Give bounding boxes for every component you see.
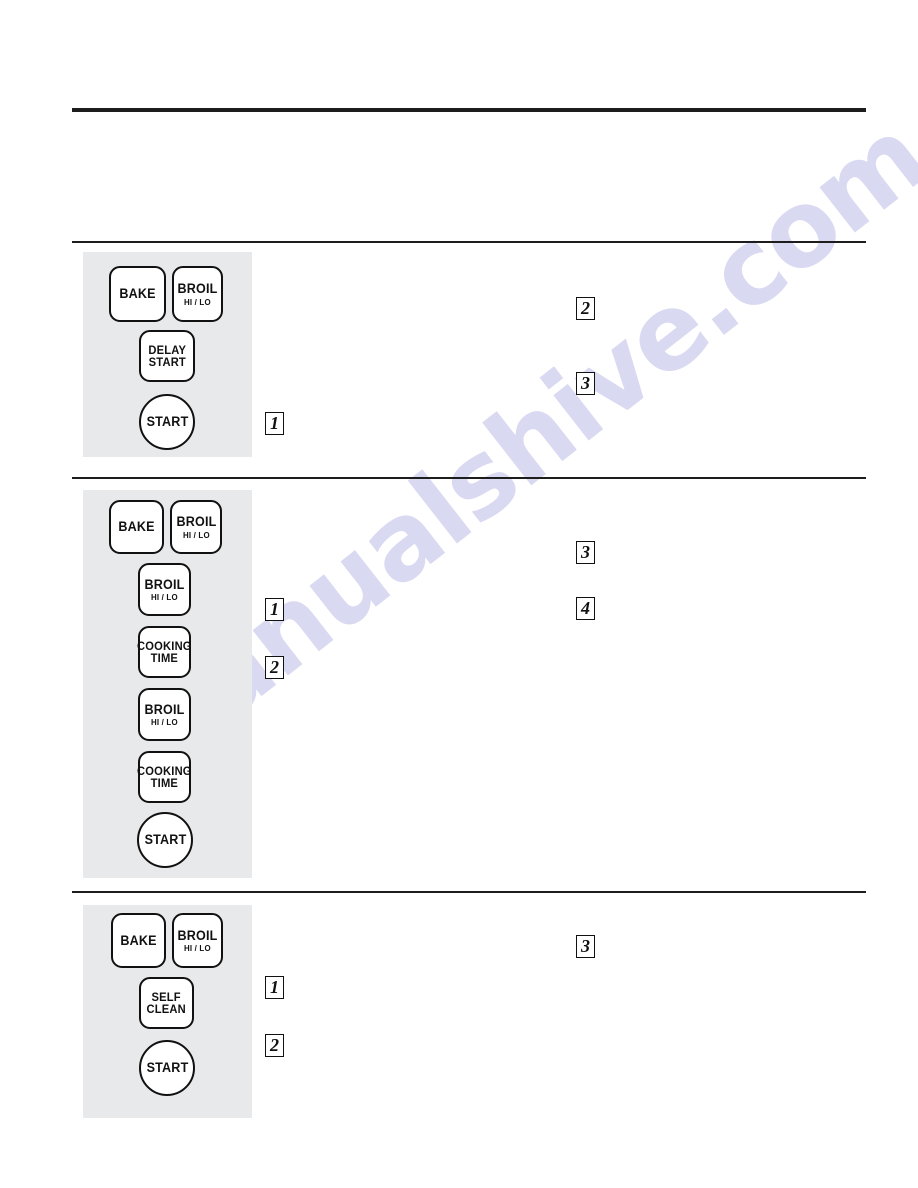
step-marker: 2: [265, 1034, 284, 1057]
button-label: DELAY START: [148, 344, 186, 368]
bake-button[interactable]: BAKE: [109, 500, 164, 554]
button-label: BAKE: [120, 932, 157, 948]
start-button[interactable]: START: [139, 394, 195, 450]
bake-button[interactable]: BAKE: [111, 913, 166, 968]
step-marker: 1: [265, 412, 284, 435]
section-divider-2: [72, 891, 866, 893]
button-label: BROIL: [176, 514, 216, 529]
button-label: START: [144, 832, 186, 848]
broil-hi-lo-button[interactable]: BROIL HI / LO: [172, 913, 223, 968]
step-marker: 3: [576, 541, 595, 564]
start-button[interactable]: START: [137, 812, 193, 868]
header-rule-bottom: [72, 241, 866, 243]
button-sublabel: HI / LO: [184, 296, 211, 307]
step-marker: 3: [576, 372, 595, 395]
broil-hi-lo-button-3[interactable]: BROIL HI / LO: [138, 688, 191, 741]
broil-hi-lo-button[interactable]: BROIL HI / LO: [172, 266, 223, 322]
button-label: COOKING TIME: [137, 640, 192, 664]
step-marker: 1: [265, 976, 284, 999]
self-clean-button[interactable]: SELF CLEAN: [139, 977, 194, 1029]
button-label-line-2: TIME: [150, 651, 179, 665]
bake-button[interactable]: BAKE: [109, 266, 166, 322]
button-label-line-2: TIME: [150, 776, 179, 790]
button-sublabel: HI / LO: [151, 717, 178, 727]
button-label: START: [146, 1060, 188, 1076]
broil-hi-lo-button[interactable]: BROIL HI / LO: [170, 500, 222, 554]
header-rule-top: [72, 108, 866, 112]
step-marker: 1: [265, 598, 284, 621]
delay-start-button[interactable]: DELAY START: [139, 330, 195, 382]
button-sublabel: HI / LO: [184, 943, 211, 953]
step-marker: 2: [576, 297, 595, 320]
button-sublabel: HI / LO: [151, 592, 178, 602]
button-sublabel: HI / LO: [182, 529, 210, 540]
step-marker: 2: [265, 656, 284, 679]
button-label: START: [146, 414, 188, 430]
button-label: BROIL: [144, 576, 185, 592]
button-label: BAKE: [118, 519, 155, 535]
button-label-line-2: START: [148, 355, 186, 369]
step-marker: 4: [576, 597, 595, 620]
button-label-line-2: CLEAN: [146, 1002, 187, 1016]
button-label: SELF CLEAN: [147, 991, 186, 1015]
manual-page: BAKE BROIL HI / LO DELAY START START 1 2 3 BAKE BR…: [0, 0, 918, 1188]
broil-hi-lo-button-2[interactable]: BROIL HI / LO: [138, 563, 191, 616]
button-label: BROIL: [177, 927, 218, 943]
button-label: BROIL: [144, 701, 185, 717]
start-button[interactable]: START: [139, 1040, 195, 1096]
button-label: BAKE: [119, 286, 156, 302]
cooking-time-button[interactable]: COOKING TIME: [137, 626, 192, 678]
cooking-time-button-2[interactable]: COOKING TIME: [137, 751, 192, 803]
step-marker: 3: [576, 935, 595, 958]
section-divider-1: [72, 477, 866, 479]
button-label: BROIL: [177, 281, 218, 296]
button-label: COOKING TIME: [137, 765, 192, 789]
